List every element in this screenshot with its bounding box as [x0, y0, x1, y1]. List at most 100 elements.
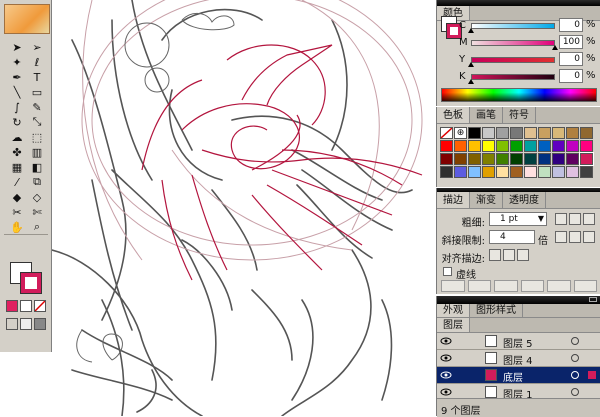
swatch[interactable]: [510, 127, 523, 139]
full-screen-menu-mode-icon[interactable]: [20, 318, 32, 330]
slider-thumb-icon[interactable]: [468, 79, 474, 84]
channel-slider[interactable]: [471, 40, 555, 46]
gap-field[interactable]: [573, 280, 597, 292]
swatch[interactable]: [468, 127, 481, 139]
target-circle-icon[interactable]: [571, 388, 579, 396]
channel-value-field[interactable]: 100: [559, 35, 583, 49]
tab-layers[interactable]: 图层: [437, 318, 470, 332]
swatch[interactable]: [566, 140, 579, 152]
selection-indicator[interactable]: [588, 388, 596, 396]
swatch[interactable]: [538, 127, 551, 139]
none-swatch[interactable]: [440, 127, 453, 139]
selection-indicator[interactable]: [588, 337, 596, 345]
stroke-weight-input[interactable]: 1 pt ▼: [489, 212, 547, 226]
swatch[interactable]: [496, 140, 509, 152]
layer-row[interactable]: 底层: [437, 367, 600, 384]
color-mode-button[interactable]: [6, 300, 18, 312]
fill-stroke-control[interactable]: [10, 262, 42, 294]
align-outside-icon[interactable]: [517, 249, 529, 261]
swatch[interactable]: [510, 140, 523, 152]
channel-value-field[interactable]: 0: [559, 69, 583, 83]
swatch[interactable]: [566, 153, 579, 165]
swatch[interactable]: [454, 140, 467, 152]
panel-collapse-icon[interactable]: [589, 297, 597, 302]
stroke-swatch[interactable]: [20, 272, 42, 294]
layer-row[interactable]: 图层 4: [437, 350, 600, 367]
lock-toggle-icon[interactable]: [457, 370, 467, 380]
swatch[interactable]: [440, 140, 453, 152]
visibility-eye-icon[interactable]: [440, 387, 452, 397]
swatch[interactable]: [524, 140, 537, 152]
fill-stroke-proxy[interactable]: [441, 16, 462, 44]
artboard-canvas[interactable]: [52, 0, 436, 416]
gradient-mode-button[interactable]: [20, 300, 32, 312]
tab-gradient[interactable]: 渐变: [470, 192, 503, 208]
cap-round-icon[interactable]: [569, 213, 581, 225]
cap-butt-icon[interactable]: [555, 213, 567, 225]
swatch[interactable]: [538, 140, 551, 152]
tab-appearance[interactable]: 外观: [437, 304, 470, 317]
miter-limit-input[interactable]: 4: [489, 230, 535, 244]
swatch[interactable]: [552, 166, 565, 178]
channel-slider[interactable]: [471, 74, 555, 80]
swatch[interactable]: [468, 166, 481, 178]
swatch[interactable]: [580, 127, 593, 139]
swatch[interactable]: [580, 166, 593, 178]
cap-square-icon[interactable]: [583, 213, 595, 225]
dash-field[interactable]: [441, 280, 465, 292]
color-spectrum-bar[interactable]: [441, 88, 597, 102]
swatch[interactable]: [482, 153, 495, 165]
swatch[interactable]: [454, 153, 467, 165]
swatch[interactable]: [524, 153, 537, 165]
none-mode-button[interactable]: [34, 300, 46, 312]
dash-field[interactable]: [547, 280, 571, 292]
lock-toggle-icon[interactable]: [457, 387, 467, 397]
swatch[interactable]: [496, 153, 509, 165]
swatch[interactable]: [552, 153, 565, 165]
swatch[interactable]: [482, 127, 495, 139]
swatch[interactable]: [552, 127, 565, 139]
swatch[interactable]: [440, 166, 453, 178]
visibility-eye-icon[interactable]: [440, 353, 452, 363]
chevron-down-icon[interactable]: ▼: [538, 213, 544, 225]
lock-toggle-icon[interactable]: [457, 353, 467, 363]
swatch[interactable]: [524, 166, 537, 178]
align-inside-icon[interactable]: [503, 249, 515, 261]
swatch[interactable]: [538, 153, 551, 165]
swatch[interactable]: [496, 127, 509, 139]
target-circle-icon[interactable]: [571, 337, 579, 345]
slider-thumb-icon[interactable]: [468, 62, 474, 67]
dash-field[interactable]: [494, 280, 518, 292]
tab-symbols[interactable]: 符号: [503, 107, 536, 123]
swatch[interactable]: [482, 166, 495, 178]
target-circle-icon[interactable]: [571, 354, 579, 362]
target-circle-icon[interactable]: [571, 371, 579, 379]
swatch[interactable]: [552, 140, 565, 152]
swatch[interactable]: [580, 140, 593, 152]
swatch[interactable]: [468, 153, 481, 165]
swatch[interactable]: [579, 152, 594, 166]
layer-row[interactable]: 图层 5: [437, 333, 600, 350]
swatch[interactable]: [454, 166, 467, 178]
swatch[interactable]: [440, 153, 453, 165]
join-round-icon[interactable]: [569, 231, 581, 243]
swatch[interactable]: [468, 140, 481, 152]
standard-screen-mode-icon[interactable]: [6, 318, 18, 330]
slider-thumb-icon[interactable]: [468, 28, 474, 33]
visibility-eye-icon[interactable]: [440, 336, 452, 346]
join-bevel-icon[interactable]: [583, 231, 595, 243]
swatch[interactable]: [482, 140, 495, 152]
join-miter-icon[interactable]: [555, 231, 567, 243]
dashed-line-checkbox[interactable]: [443, 267, 452, 276]
visibility-eye-icon[interactable]: [440, 370, 452, 380]
channel-slider[interactable]: [471, 23, 555, 29]
full-screen-mode-icon[interactable]: [34, 318, 46, 330]
swatch[interactable]: [496, 166, 509, 178]
tab-transparency[interactable]: 透明度: [503, 192, 546, 208]
swatch[interactable]: [510, 153, 523, 165]
slider-thumb-icon[interactable]: [552, 45, 558, 50]
channel-value-field[interactable]: 0: [559, 18, 583, 32]
swatch[interactable]: [566, 166, 579, 178]
selection-indicator[interactable]: [588, 354, 596, 362]
gap-field[interactable]: [520, 280, 544, 292]
